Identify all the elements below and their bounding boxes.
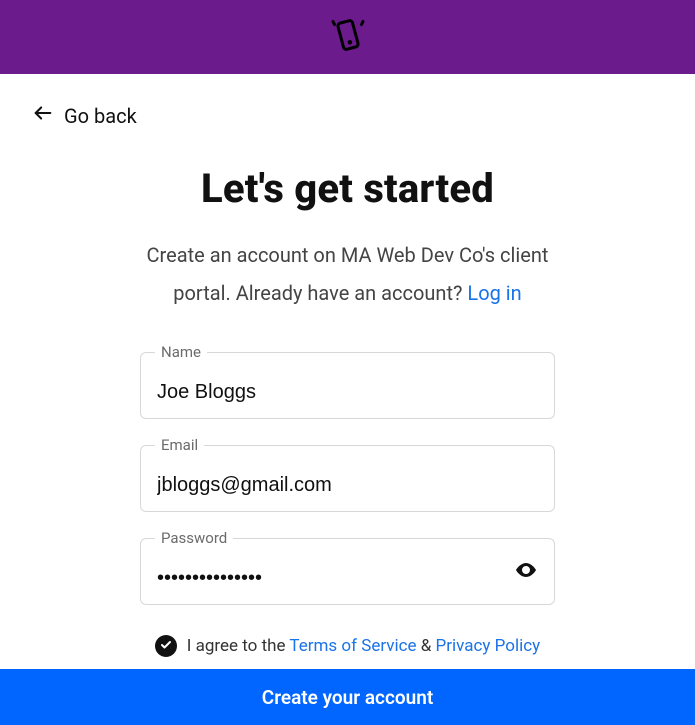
- tos-link[interactable]: Terms of Service: [289, 636, 416, 656]
- go-back-button[interactable]: Go back: [32, 102, 137, 129]
- arrow-left-icon: [32, 102, 54, 129]
- topbar: [0, 0, 695, 74]
- privacy-link[interactable]: Privacy Policy: [436, 636, 541, 656]
- email-field[interactable]: [157, 474, 538, 497]
- create-account-label: Create your account: [262, 686, 433, 709]
- agree-amp: &: [417, 636, 436, 656]
- email-label: Email: [155, 436, 204, 454]
- go-back-label: Go back: [64, 104, 137, 128]
- create-account-button[interactable]: Create your account: [0, 669, 695, 725]
- name-label: Name: [155, 343, 207, 361]
- page-subtitle: Create an account on MA Web Dev Co's cli…: [138, 236, 558, 312]
- name-field-wrapper: Name: [140, 352, 555, 419]
- signup-form: Name Email Password: [140, 352, 555, 657]
- agree-checkbox[interactable]: [155, 635, 177, 657]
- agree-row: I agree to the Terms of Service & Privac…: [140, 635, 555, 657]
- password-field-wrapper: Password: [140, 538, 555, 605]
- eye-icon: [514, 558, 538, 586]
- login-link[interactable]: Log in: [467, 281, 521, 305]
- page-title: Let's get started: [201, 165, 494, 212]
- agree-pre: I agree to the: [187, 636, 290, 656]
- name-field[interactable]: [157, 381, 538, 404]
- email-field-wrapper: Email: [140, 445, 555, 512]
- password-label: Password: [155, 529, 233, 547]
- toggle-password-visibility[interactable]: [514, 558, 538, 586]
- check-icon: [160, 636, 172, 656]
- agree-text: I agree to the Terms of Service & Privac…: [187, 636, 540, 656]
- phone-icon: [330, 17, 366, 57]
- password-field[interactable]: [157, 567, 538, 590]
